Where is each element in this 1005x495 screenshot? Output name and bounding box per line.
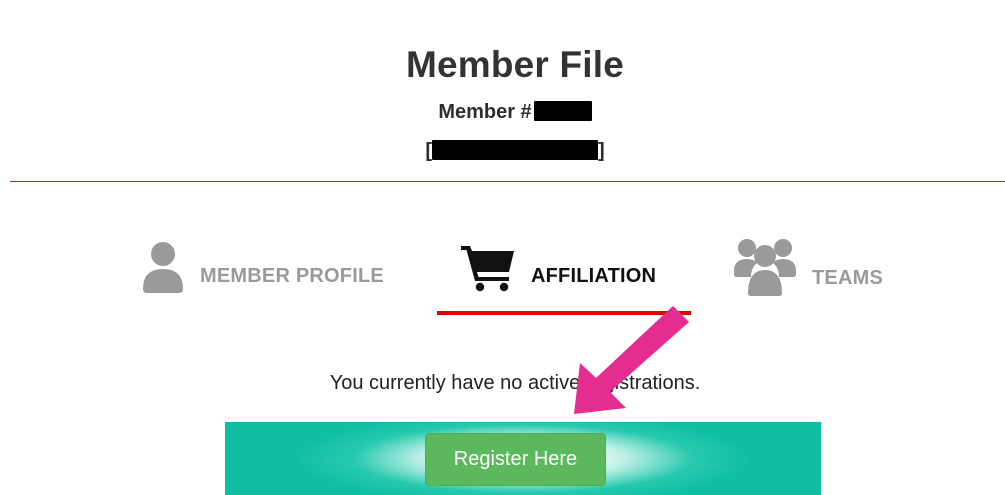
- tab-member-profile-label: MEMBER PROFILE: [200, 265, 384, 287]
- annotation-arrow-icon: [574, 306, 689, 414]
- users-group-icon: [734, 237, 796, 302]
- tab-affiliation-label: AFFILIATION: [531, 265, 657, 287]
- registration-status-text: You currently have no active registratio…: [329, 372, 701, 394]
- register-here-button[interactable]: Register Here: [425, 433, 606, 486]
- member-number-line: Member #: [0, 100, 1005, 124]
- shopping-cart-icon: [461, 244, 515, 297]
- tab-affiliation[interactable]: AFFILIATION: [461, 244, 656, 297]
- user-icon: [142, 241, 184, 298]
- member-name-close-bracket: ]: [598, 140, 605, 162]
- member-number-label: Member #: [438, 101, 532, 123]
- active-tab-indicator: [437, 311, 691, 315]
- redacted-member-number: [533, 100, 592, 121]
- tab-teams[interactable]: TEAMS: [734, 237, 883, 302]
- member-name-open-bracket: [: [425, 140, 432, 162]
- tab-member-profile[interactable]: MEMBER PROFILE: [142, 241, 384, 298]
- redacted-member-name: [432, 139, 598, 160]
- tab-teams-label: TEAMS: [812, 267, 883, 289]
- page-title: Member File: [405, 44, 625, 85]
- header-divider: [10, 181, 1005, 182]
- member-name-line: []: [0, 139, 1005, 163]
